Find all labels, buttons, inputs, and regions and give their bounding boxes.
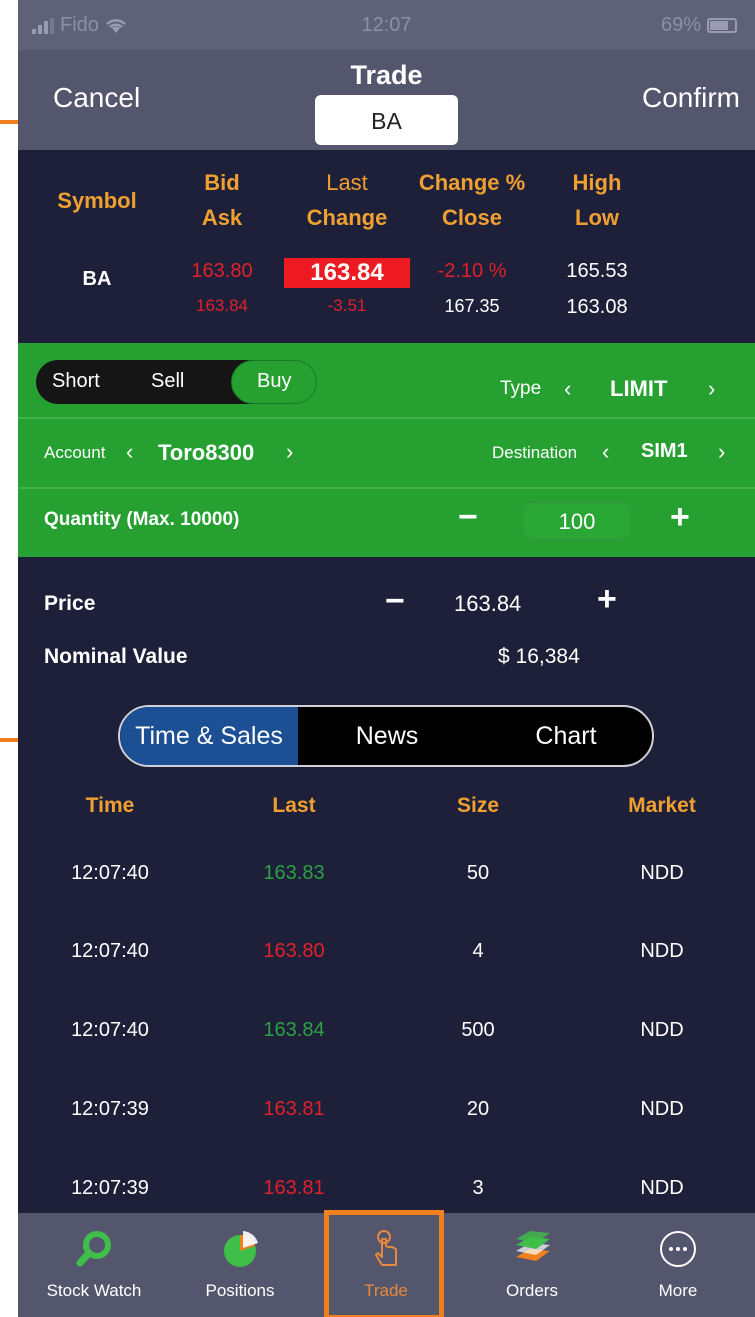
header-close: Close xyxy=(442,205,502,230)
price-value[interactable]: 163.84 xyxy=(454,591,521,617)
ts-header-size: Size xyxy=(456,794,500,817)
ts-last: 163.80 xyxy=(263,940,325,962)
change-pct-value: -2.10 % xyxy=(437,260,507,282)
ts-market: NDD xyxy=(640,940,684,962)
order-type-value: LIMIT xyxy=(610,376,668,401)
ask-value: 163.84 xyxy=(196,296,248,315)
content-tabs: Time & Sales News Chart xyxy=(118,705,654,767)
change-value: -3.51 xyxy=(327,296,367,315)
header-symbol: Symbol xyxy=(57,188,137,213)
header-change-pct: Change % xyxy=(418,170,526,195)
more-dots-icon xyxy=(660,1231,696,1267)
ts-header-time: Time xyxy=(85,794,135,817)
quote-symbol: BA xyxy=(82,268,112,290)
destination-next-icon[interactable]: › xyxy=(718,439,725,465)
buy-button[interactable]: Buy xyxy=(257,370,291,393)
ts-market: NDD xyxy=(640,1177,684,1199)
tab-chart[interactable]: Chart xyxy=(476,707,652,765)
tab-time-and-sales[interactable]: Time & Sales xyxy=(120,707,298,765)
nav-orders[interactable]: Orders xyxy=(459,1213,605,1317)
ts-time: 12:07:39 xyxy=(71,1098,149,1120)
header-high: High xyxy=(572,170,622,195)
destination-prev-icon[interactable]: ‹ xyxy=(602,439,609,465)
short-button[interactable]: Short xyxy=(52,370,100,393)
ts-size: 20 xyxy=(466,1098,490,1120)
price-plus-button[interactable]: + xyxy=(597,580,617,619)
phone-screen: Fido 12:07 69% Cancel Trade BA Confirm S… xyxy=(18,0,755,1317)
quantity-label: Quantity (Max. 10000) xyxy=(44,509,240,530)
header-ask: Ask xyxy=(201,205,243,230)
battery-icon xyxy=(707,18,737,33)
nominal-value-label: Nominal Value xyxy=(44,645,188,668)
quantity-input[interactable]: 100 xyxy=(524,503,630,539)
header-low: Low xyxy=(575,205,619,230)
confirm-button[interactable]: Confirm xyxy=(642,82,740,114)
symbol-input[interactable]: BA xyxy=(315,95,458,145)
bid-value: 163.80 xyxy=(191,260,253,282)
ts-size: 4 xyxy=(472,940,484,962)
ts-size: 3 xyxy=(472,1177,484,1199)
magnifier-icon xyxy=(76,1231,111,1267)
stacked-layers-icon xyxy=(516,1231,550,1261)
nav-label: Stock Watch xyxy=(46,1281,142,1300)
pie-chart-icon xyxy=(224,1231,258,1267)
ts-header-last: Last xyxy=(272,794,316,817)
sell-button[interactable]: Sell xyxy=(151,370,184,393)
nav-positions[interactable]: Positions xyxy=(167,1213,313,1317)
destination-value: SIM1 xyxy=(641,440,688,462)
account-label: Account xyxy=(44,443,106,462)
destination-label: Destination xyxy=(492,443,578,462)
ts-time: 12:07:40 xyxy=(71,1019,149,1041)
ts-size: 500 xyxy=(461,1019,495,1041)
close-value: 167.35 xyxy=(444,296,500,316)
quantity-minus-button[interactable]: − xyxy=(458,498,478,537)
price-label: Price xyxy=(44,592,96,615)
last-price-badge: 163.84 xyxy=(284,258,410,288)
type-label: Type xyxy=(500,378,542,399)
high-value: 165.53 xyxy=(566,260,628,282)
battery-percent: 69% xyxy=(660,14,701,36)
nav-more[interactable]: More xyxy=(605,1213,751,1317)
ts-time: 12:07:39 xyxy=(71,1177,149,1199)
type-next-icon[interactable]: › xyxy=(708,376,715,402)
quote-table: Symbol Bid Ask Last Change Change % Clos… xyxy=(18,150,755,343)
account-next-icon[interactable]: › xyxy=(286,439,293,465)
trade-header: Cancel Trade BA Confirm xyxy=(18,50,755,150)
nominal-value: $ 16,384 xyxy=(498,645,580,668)
nav-label: More xyxy=(658,1281,698,1300)
status-bar: Fido 12:07 69% xyxy=(18,0,755,50)
order-panel: Short Sell Buy Type ‹ LIMIT › Account ‹ … xyxy=(18,343,755,557)
ts-market: NDD xyxy=(640,1098,684,1120)
trade-highlight-frame xyxy=(324,1210,444,1317)
ts-time: 12:07:40 xyxy=(71,940,149,962)
ts-market: NDD xyxy=(640,1019,684,1041)
type-prev-icon[interactable]: ‹ xyxy=(564,376,571,402)
nav-stock-watch[interactable]: Stock Watch xyxy=(21,1213,167,1317)
ts-time: 12:07:40 xyxy=(71,862,149,884)
ts-last: 163.81 xyxy=(263,1098,325,1120)
low-value: 163.08 xyxy=(566,296,628,318)
ts-last: 163.81 xyxy=(263,1177,325,1199)
clock: 12:07 xyxy=(361,14,412,36)
header-bid: Bid xyxy=(204,170,240,195)
ts-market: NDD xyxy=(640,862,684,884)
ts-size: 50 xyxy=(466,862,490,884)
header-change: Change xyxy=(306,205,388,230)
ts-last: 163.84 xyxy=(263,1019,325,1041)
ts-last: 163.83 xyxy=(263,862,325,884)
account-value: Toro8300 xyxy=(158,440,255,465)
tab-news[interactable]: News xyxy=(298,707,476,765)
account-prev-icon[interactable]: ‹ xyxy=(126,439,133,465)
ts-header-market: Market xyxy=(628,794,696,817)
header-last: Last xyxy=(326,170,368,195)
nav-label: Positions xyxy=(205,1281,275,1300)
price-minus-button[interactable]: − xyxy=(385,582,405,621)
nav-label: Orders xyxy=(506,1281,558,1300)
quantity-plus-button[interactable]: + xyxy=(670,498,690,537)
side-selector: Short Sell Buy xyxy=(36,360,317,404)
